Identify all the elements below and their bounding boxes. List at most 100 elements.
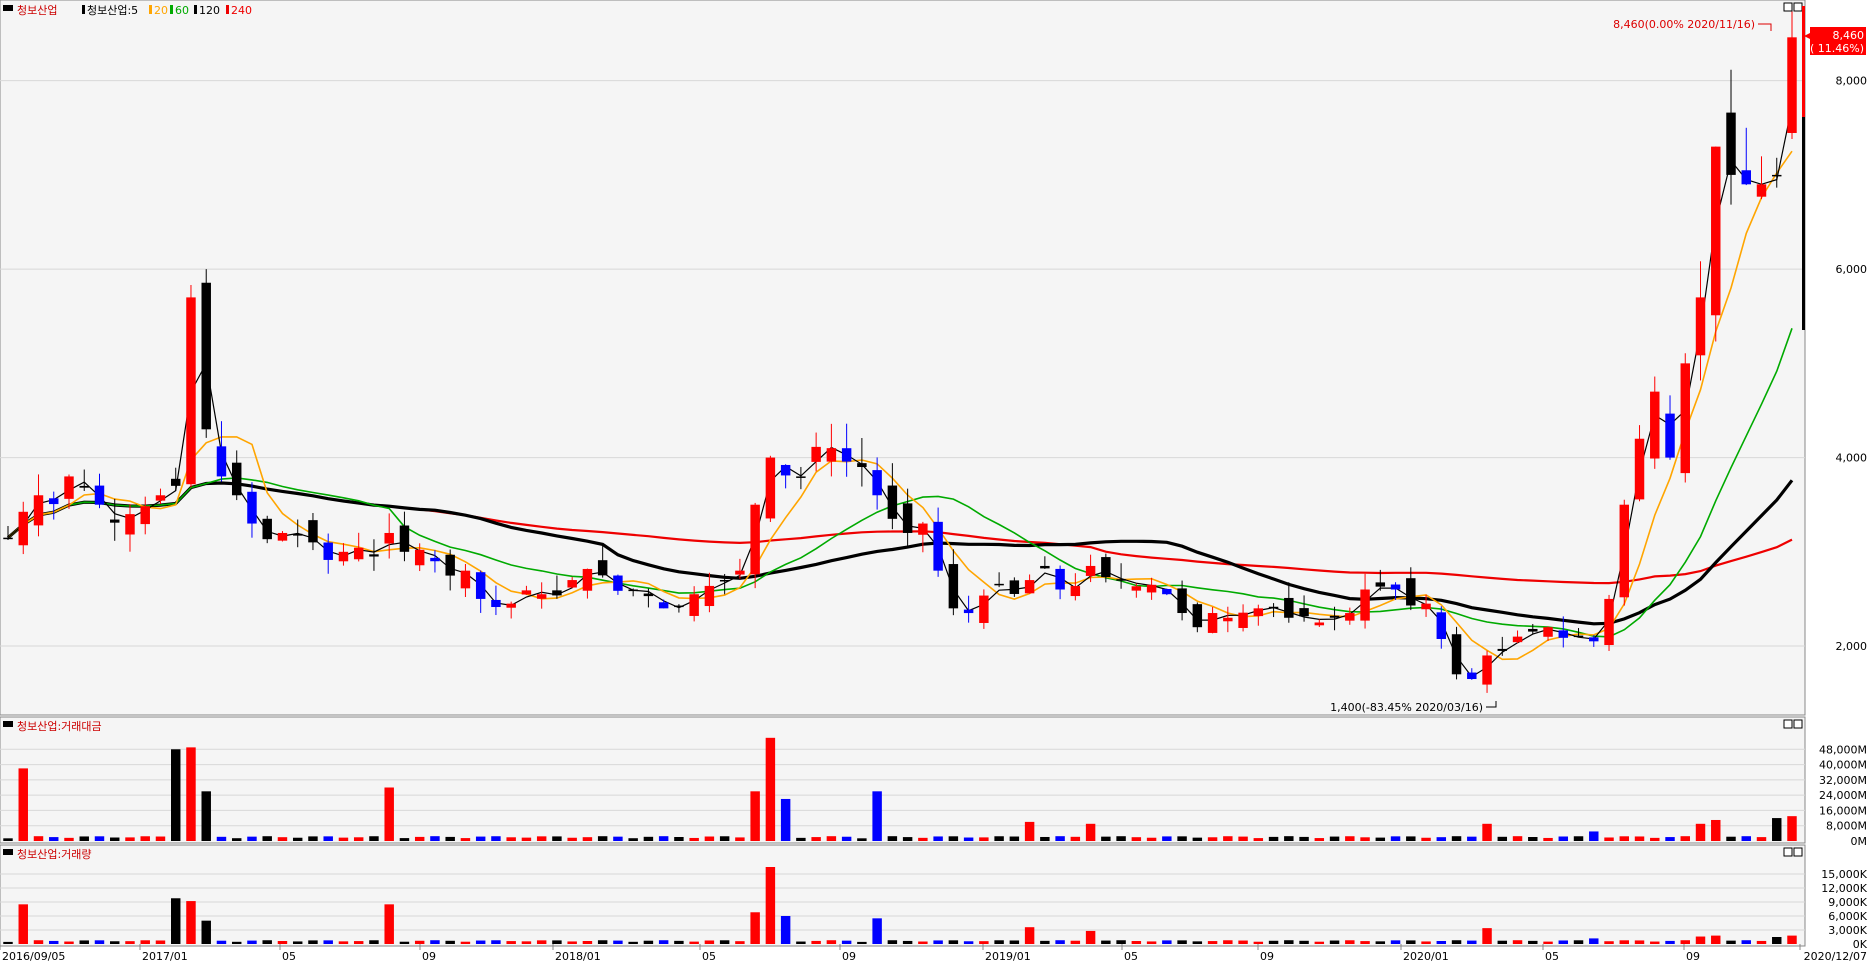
candle-body (1543, 627, 1553, 637)
candle-body (33, 495, 44, 526)
amount-bar (1329, 836, 1340, 841)
candle-body (1284, 597, 1294, 618)
volume-bar (1223, 940, 1233, 944)
amount-bar (1345, 836, 1355, 841)
amount-bar (277, 837, 288, 841)
volume-panel[interactable]: 15,000K12,000K9,000K6,000K3,000K0K 청보산업:… (0, 844, 1868, 951)
candle-body (262, 518, 272, 540)
volume-bar (994, 940, 1004, 944)
amount-restore-icon[interactable] (1783, 719, 1793, 729)
current-price-tag: 8,460 ( 11.46%) (1804, 27, 1866, 55)
amount-bar (521, 837, 532, 841)
candle-body (3, 537, 13, 540)
amount-bar (1772, 818, 1782, 841)
volume-bar (719, 940, 730, 944)
volume-bar (1192, 941, 1203, 944)
volume-bar (460, 941, 471, 944)
amount-bar (338, 837, 349, 841)
candle-body (857, 463, 867, 468)
amount-close-icon[interactable] (1793, 719, 1803, 729)
volume-close-icon[interactable] (1793, 847, 1803, 857)
restore-icon[interactable] (1783, 2, 1793, 12)
candle-body (994, 583, 1004, 586)
amount-bar (613, 836, 623, 841)
volume-bar (918, 941, 928, 944)
amount-bar (79, 836, 89, 841)
candle-body (1314, 622, 1325, 626)
amount-bar (475, 836, 486, 841)
volume-restore-icon[interactable] (1783, 847, 1793, 857)
volume-tick-label: 12,000K (1821, 882, 1867, 895)
candle-body (918, 523, 928, 535)
x-tick-label: 2017/01 (142, 950, 188, 963)
amount-bar (399, 838, 410, 841)
candle-body (231, 462, 242, 496)
x-tick-label: 2019/01 (985, 950, 1031, 963)
candle-body (1131, 586, 1142, 591)
amount-bar (33, 836, 44, 841)
volume-bar (1024, 927, 1035, 944)
volume-bar (1116, 940, 1126, 944)
volume-bar (1284, 940, 1294, 944)
candle-body (735, 570, 745, 575)
amount-tick-label: 24,000M (1819, 789, 1867, 802)
amount-bar (1192, 837, 1203, 841)
candle-body (170, 478, 181, 486)
amount-bar (384, 787, 394, 841)
x-tick-label: 09 (422, 950, 436, 963)
amount-bar (1253, 838, 1264, 841)
candle-body (719, 579, 730, 582)
volume-bar (33, 940, 44, 944)
right-edge-up-bar (1802, 6, 1805, 117)
volume-bar (1589, 938, 1599, 944)
volume-bar (1375, 941, 1386, 944)
volume-bar (643, 940, 654, 944)
volume-bar (1756, 940, 1767, 944)
chart-canvas[interactable]: 8,000 6,000 4,000 2,000 청보산업 청보산업:5 20 60 1… (0, 0, 1871, 964)
amount-bar (1055, 836, 1065, 841)
candle-body (1589, 637, 1599, 642)
amount-bar (811, 837, 821, 841)
amount-bar (1680, 836, 1690, 841)
candle-body (1619, 504, 1630, 598)
candle-body (1177, 588, 1187, 614)
candle-body (1390, 584, 1401, 590)
candle-body (1451, 634, 1462, 675)
amount-bar (1146, 837, 1157, 841)
volume-bar (399, 941, 410, 944)
amount-bar (1284, 836, 1294, 841)
volume-bar (125, 941, 135, 944)
trading-amount-panel[interactable]: 48,000M 40,000M 32,000M 24,000M 16,000M 8,000… (0, 716, 1867, 848)
close-icon[interactable] (1793, 2, 1803, 12)
amount-bar (292, 837, 303, 841)
volume-bar (1558, 940, 1569, 944)
candle-body (1558, 630, 1569, 638)
volume-bar (1070, 940, 1081, 944)
amount-tick-label: 48,000M (1819, 743, 1867, 756)
volume-bar (1619, 940, 1630, 944)
volume-bar (704, 940, 715, 944)
amount-bar (628, 838, 638, 841)
volume-bar (262, 940, 272, 944)
candle-body (1421, 603, 1431, 610)
amount-bar (231, 838, 242, 841)
volume-bar (1146, 941, 1157, 944)
candle-body (1009, 580, 1020, 594)
price-panel[interactable]: 8,000 6,000 4,000 2,000 청보산업 청보산업:5 20 60 1… (0, 0, 1868, 716)
amount-bar (750, 791, 760, 841)
volume-bar (506, 941, 516, 944)
candle-body (186, 297, 196, 485)
volume-bar (277, 941, 288, 944)
legend-ma240-label: 240 (231, 4, 252, 17)
candle-body (811, 446, 821, 462)
amount-bar (689, 837, 699, 841)
candle-body (1711, 146, 1721, 316)
candle-body (1040, 565, 1050, 569)
amount-bar (826, 836, 837, 841)
amount-bar (94, 836, 105, 841)
volume-bar (1085, 930, 1096, 944)
amount-bar (597, 836, 608, 841)
price-tick-label: 4,000 (1836, 452, 1868, 465)
amount-tick-label: 16,000M (1819, 804, 1867, 817)
candle-body (369, 554, 379, 557)
